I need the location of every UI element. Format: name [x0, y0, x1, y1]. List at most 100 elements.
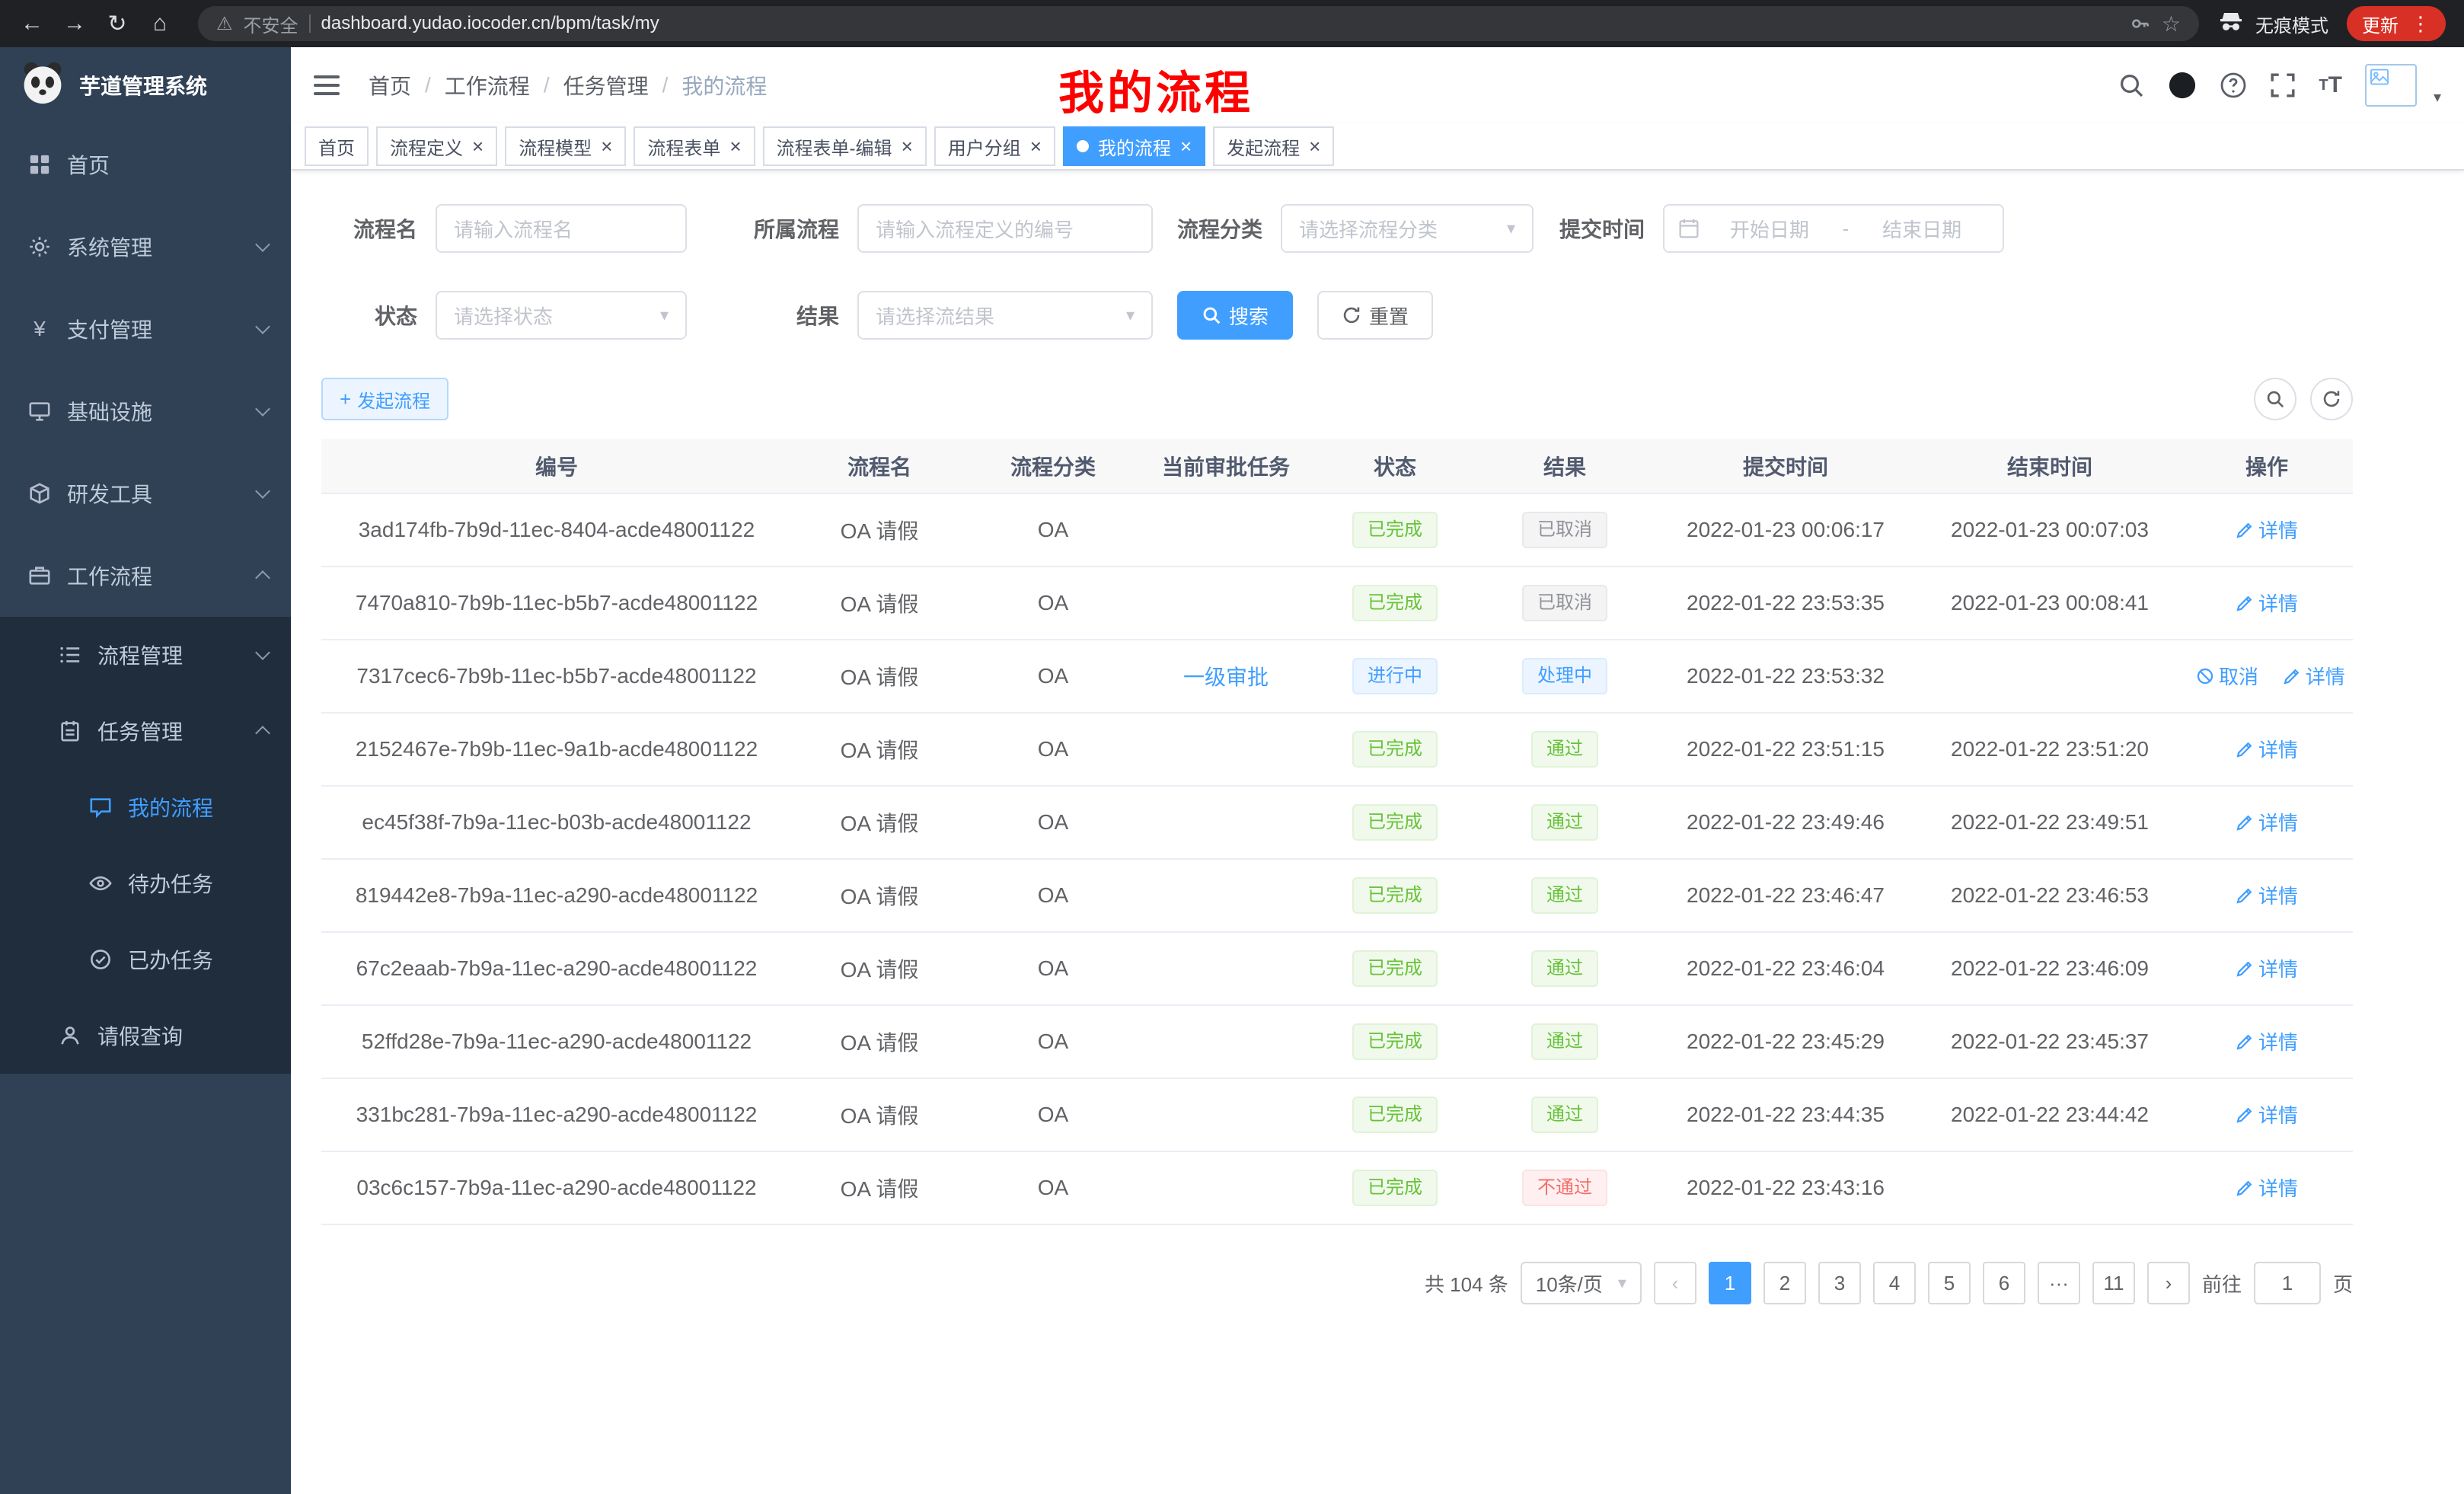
password-key-icon[interactable]	[2130, 13, 2151, 34]
sidebar-item-payment[interactable]: ¥ 支付管理	[0, 288, 291, 370]
fullscreen-icon[interactable]	[2270, 72, 2296, 98]
close-tab-icon[interactable]: ×	[1180, 136, 1192, 156]
more-pages-button[interactable]: ···	[2038, 1262, 2080, 1304]
search-icon[interactable]	[2118, 72, 2145, 99]
page-size-select[interactable]: 10条/页▾	[1521, 1262, 1642, 1304]
prev-page-button[interactable]: ‹	[1654, 1262, 1696, 1304]
sidebar-item-workflow[interactable]: 工作流程	[0, 535, 291, 617]
bookmark-star-icon[interactable]: ☆	[2162, 11, 2181, 37]
reload-icon[interactable]: ↻	[97, 4, 137, 43]
table-row: 3ad174fb-7b9d-11ec-8404-acde48001122 OA …	[321, 493, 2353, 567]
sidebar-item-label: 请假查询	[97, 1020, 183, 1051]
reset-button[interactable]: 重置	[1317, 291, 1433, 340]
close-tab-icon[interactable]: ×	[902, 136, 913, 156]
tab-process-definition[interactable]: 流程定义×	[376, 126, 497, 166]
cancel-action[interactable]: 取消	[2196, 662, 2258, 690]
sidebar-item-todo-tasks[interactable]: 待办任务	[0, 845, 291, 921]
breadcrumb-item[interactable]: 工作流程	[445, 70, 530, 101]
detail-action[interactable]: 详情	[2236, 881, 2298, 909]
refresh-icon	[2322, 389, 2341, 409]
detail-action[interactable]: 详情	[2236, 516, 2298, 544]
close-tab-icon[interactable]: ×	[472, 136, 484, 156]
detail-action[interactable]: 详情	[2283, 662, 2345, 690]
detail-action[interactable]: 详情	[2236, 1173, 2298, 1202]
url-text[interactable]: dashboard.yudao.iocoder.cn/bpm/task/my	[321, 13, 659, 34]
update-button[interactable]: 更新 ⋮	[2347, 6, 2446, 41]
status-label: 状态	[321, 300, 436, 330]
detail-action[interactable]: 详情	[2236, 735, 2298, 763]
tab-start-process[interactable]: 发起流程×	[1213, 126, 1334, 166]
github-icon[interactable]	[2168, 71, 2197, 100]
page-number-button[interactable]: 6	[1983, 1262, 2025, 1304]
tab-process-form[interactable]: 流程表单×	[634, 126, 755, 166]
page-number-button[interactable]: 1	[1709, 1262, 1751, 1304]
refresh-table-button[interactable]	[2310, 378, 2353, 420]
process-name-label: 流程名	[321, 213, 436, 244]
goto-page-input[interactable]: 1	[2254, 1262, 2321, 1304]
cell-result: 通过	[1477, 786, 1652, 859]
sidebar-item-task-management[interactable]: 任务管理	[0, 693, 291, 769]
detail-action[interactable]: 详情	[2236, 808, 2298, 836]
close-tab-icon[interactable]: ×	[601, 136, 612, 156]
page-number-button[interactable]: 11	[2092, 1262, 2135, 1304]
close-tab-icon[interactable]: ×	[729, 136, 741, 156]
start-process-button[interactable]: + 发起流程	[321, 378, 448, 420]
sidebar-item-done-tasks[interactable]: 已办任务	[0, 921, 291, 998]
current-task-link[interactable]: 一级审批	[1183, 666, 1269, 689]
help-icon[interactable]	[2220, 72, 2247, 99]
sidebar-item-infrastructure[interactable]: 基础设施	[0, 370, 291, 452]
detail-action[interactable]: 详情	[2236, 954, 2298, 982]
detail-action[interactable]: 详情	[2236, 1100, 2298, 1128]
avatar[interactable]	[2365, 64, 2417, 107]
table-row: ec45f38f-7b9a-11ec-b03b-acde48001122 OA …	[321, 786, 2353, 859]
hamburger-icon[interactable]	[314, 75, 340, 95]
page-number-button[interactable]: 2	[1763, 1262, 1806, 1304]
sidebar-item-devtools[interactable]: 研发工具	[0, 452, 291, 535]
caret-down-icon[interactable]: ▾	[2434, 88, 2441, 107]
font-size-icon[interactable]: TT	[2319, 72, 2342, 98]
browser-home-icon[interactable]: ⌂	[140, 4, 180, 43]
cell-process-id: 819442e8-7b9a-11ec-a290-acde48001122	[321, 859, 792, 932]
forward-icon[interactable]: →	[55, 4, 94, 43]
breadcrumb-item[interactable]: 任务管理	[563, 70, 649, 101]
page-number-button[interactable]: 3	[1818, 1262, 1861, 1304]
cell-process-name: OA 请假	[792, 786, 967, 859]
status-select[interactable]: 请选择状态▾	[436, 291, 687, 340]
result-select[interactable]: 请选择流结果▾	[857, 291, 1153, 340]
toggle-search-button[interactable]	[2254, 378, 2296, 420]
process-definition-input[interactable]: 请输入流程定义的编号	[857, 204, 1153, 253]
close-tab-icon[interactable]: ×	[1030, 136, 1042, 156]
tab-my-process[interactable]: 我的流程×	[1063, 126, 1205, 166]
detail-action-label: 详情	[2258, 1027, 2298, 1055]
sidebar-item-my-process[interactable]: 我的流程	[0, 769, 291, 845]
address-bar[interactable]: ⚠ 不安全 dashboard.yudao.iocoder.cn/bpm/tas…	[198, 6, 2199, 41]
search-button[interactable]: 搜索	[1177, 291, 1293, 340]
breadcrumb-item[interactable]: 首页	[369, 70, 411, 101]
date-end-placeholder[interactable]: 结束日期	[1855, 215, 1989, 243]
date-start-placeholder[interactable]: 开始日期	[1703, 215, 1837, 243]
sidebar-item-home[interactable]: 首页	[0, 123, 291, 206]
back-icon[interactable]: ←	[12, 4, 52, 43]
next-page-button[interactable]: ›	[2147, 1262, 2190, 1304]
sidebar-item-leave-query[interactable]: 请假查询	[0, 998, 291, 1074]
security-warning-label[interactable]: 不安全	[244, 11, 298, 37]
page-number-button[interactable]: 5	[1928, 1262, 1971, 1304]
tab-user-group[interactable]: 用户分组×	[934, 126, 1055, 166]
tab-process-form-edit[interactable]: 流程表单-编辑×	[763, 126, 927, 166]
page-number-button[interactable]: 4	[1873, 1262, 1916, 1304]
category-select[interactable]: 请选择流程分类▾	[1281, 204, 1534, 253]
sidebar-item-system[interactable]: 系统管理	[0, 206, 291, 288]
sidebar-item-process-management[interactable]: 流程管理	[0, 617, 291, 693]
cell-submit-time: 2022-01-22 23:44:35	[1652, 1078, 1919, 1151]
result-badge: 通过	[1531, 877, 1598, 914]
app-logo-row[interactable]: 芋道管理系统	[0, 47, 291, 123]
detail-action[interactable]: 详情	[2236, 1027, 2298, 1055]
tab-process-model[interactable]: 流程模型×	[505, 126, 626, 166]
detail-action-label: 详情	[2306, 662, 2345, 690]
close-tab-icon[interactable]: ×	[1309, 136, 1320, 156]
tab-home[interactable]: 首页	[305, 126, 369, 166]
browser-menu-icon[interactable]: ⋮	[2411, 12, 2430, 36]
process-name-input[interactable]: 请输入流程名	[436, 204, 687, 253]
detail-action[interactable]: 详情	[2236, 589, 2298, 617]
submit-time-range-picker[interactable]: 开始日期 - 结束日期	[1663, 204, 2004, 253]
